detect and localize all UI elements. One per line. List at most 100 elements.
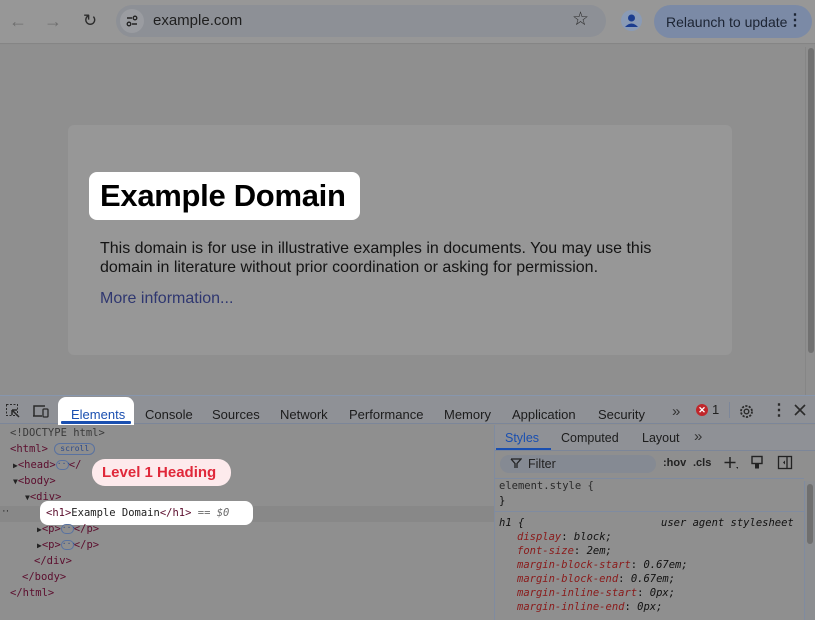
css-property: margin-inline-start: [517, 587, 638, 599]
more-vert-icon[interactable]: ⋮: [787, 10, 803, 30]
tab-elements[interactable]: Elements: [71, 407, 125, 422]
h1-open-tag: <h1>: [46, 507, 72, 519]
h1-text-node: Example Domain: [71, 507, 160, 519]
tune-icon: [126, 15, 138, 27]
scroll-badge[interactable]: scroll: [54, 443, 96, 455]
dom-p-node[interactable]: ▶<p>···</p>: [37, 538, 99, 553]
paint-brush-icon[interactable]: [750, 455, 764, 474]
close-icon[interactable]: [793, 403, 807, 420]
css-declaration[interactable]: margin-block-end: 0.67em;: [517, 572, 675, 586]
css-property: margin-block-start: [517, 559, 631, 571]
css-value: block;: [573, 531, 612, 543]
dom-div-node[interactable]: ▼<div>: [25, 490, 61, 505]
css-declaration[interactable]: font-size: 2em;: [517, 544, 612, 558]
site-info-button[interactable]: [120, 9, 144, 33]
html-tag: <html>: [10, 443, 48, 455]
css-value: 0px;: [649, 587, 676, 599]
dom-html-node[interactable]: <html> scroll: [10, 442, 96, 456]
tab-memory[interactable]: Memory: [444, 407, 491, 422]
p-close-tag: </p>: [73, 539, 100, 551]
selected-node-reference: == $0: [197, 507, 230, 519]
head-tag: <head>: [17, 459, 56, 471]
url-text[interactable]: example.com: [153, 12, 242, 29]
device-toolbar-icon[interactable]: [32, 403, 50, 422]
rule-selector[interactable]: h1 {: [499, 516, 524, 530]
more-vert-icon[interactable]: ⋮: [771, 403, 787, 419]
more-tabs-chevron-icon[interactable]: »: [694, 428, 702, 445]
bookmark-star-icon[interactable]: ☆: [572, 9, 589, 31]
p-close-tag: </p>: [73, 523, 100, 535]
forward-arrow-icon[interactable]: →: [43, 10, 63, 32]
h1-close-tag: </h1>: [159, 507, 192, 519]
collapsed-content-badge[interactable]: ···: [60, 540, 76, 550]
error-count[interactable]: 1: [712, 402, 719, 417]
css-declaration[interactable]: margin-block-start: 0.67em;: [517, 558, 688, 572]
css-property: margin-inline-end: [517, 601, 625, 613]
tab-styles[interactable]: Styles: [505, 431, 539, 445]
back-arrow-icon[interactable]: ←: [8, 10, 28, 32]
dom-html-close[interactable]: </html>: [10, 586, 54, 600]
active-tab-indicator: [496, 448, 551, 450]
tab-security[interactable]: Security: [598, 407, 645, 422]
css-declaration[interactable]: margin-inline-end: 0px;: [517, 600, 662, 614]
tab-console[interactable]: Console: [145, 407, 193, 422]
error-icon[interactable]: ✕: [696, 404, 708, 416]
class-toggle[interactable]: .cls: [693, 457, 711, 469]
p-tag: <p>: [41, 539, 61, 551]
profile-avatar[interactable]: [621, 10, 642, 31]
rule-source: user agent stylesheet: [661, 517, 794, 529]
accessibility-tooltip: Level 1 Heading: [92, 459, 231, 486]
dom-body-node[interactable]: ▼<body>: [13, 474, 56, 489]
new-style-rule-icon[interactable]: [723, 455, 739, 474]
tooltip-label: Level 1 Heading: [102, 464, 217, 481]
tab-layout[interactable]: Layout: [642, 431, 680, 445]
reload-icon[interactable]: ↻: [80, 10, 100, 32]
settings-gear-icon[interactable]: [738, 403, 755, 423]
relaunch-label: Relaunch to update: [666, 14, 788, 30]
css-value: 0.67em;: [630, 573, 676, 585]
tab-sources[interactable]: Sources: [212, 407, 260, 422]
person-icon: [625, 14, 638, 27]
css-declaration[interactable]: margin-inline-start: 0px;: [517, 586, 675, 600]
element-style-open[interactable]: element.style {: [499, 479, 594, 493]
element-style-close: }: [499, 495, 506, 507]
css-value: 2em;: [586, 545, 612, 557]
dom-head-node[interactable]: ▶<head>···</: [13, 458, 81, 473]
css-property: display: [517, 531, 562, 543]
dom-p-node[interactable]: ▶<p>···</p>: [37, 522, 99, 537]
tab-performance[interactable]: Performance: [349, 407, 423, 422]
styles-filter-input[interactable]: [500, 455, 656, 473]
dom-doctype[interactable]: <!DOCTYPE html>: [10, 426, 105, 440]
head-close-tag: </: [68, 459, 82, 471]
filter-funnel-icon: [510, 457, 523, 472]
styles-scrollbar-thumb[interactable]: [807, 484, 813, 544]
body-tag: <body>: [17, 475, 56, 487]
toolbar-divider: [729, 402, 730, 418]
page-paragraph: This domain is for use in illustrative e…: [100, 240, 652, 276]
collapsed-content-badge[interactable]: ···: [55, 460, 71, 470]
divider: [495, 511, 804, 512]
hover-state-toggle[interactable]: :hov: [663, 457, 686, 469]
div-tag: <div>: [29, 491, 62, 503]
tab-computed[interactable]: Computed: [561, 431, 619, 445]
filter-placeholder: Filter: [528, 457, 556, 471]
css-declaration[interactable]: display: block;: [517, 530, 612, 544]
p-tag: <p>: [41, 523, 61, 535]
css-value: 0px;: [637, 601, 663, 613]
more-tabs-chevron-icon[interactable]: »: [672, 403, 680, 420]
dom-h1-node[interactable]: <h1>Example Domain</h1> == $0: [46, 506, 229, 520]
dom-div-close[interactable]: </div>: [34, 554, 72, 568]
toggle-sidebar-icon[interactable]: [777, 455, 793, 474]
tab-application[interactable]: Application: [512, 407, 576, 422]
page-heading: Example Domain: [100, 178, 346, 213]
inspect-element-icon[interactable]: [5, 403, 21, 422]
tab-network[interactable]: Network: [280, 407, 328, 422]
relaunch-button[interactable]: Relaunch to update ⋮: [654, 5, 812, 38]
page-scrollbar-thumb[interactable]: [808, 48, 814, 353]
css-property: margin-block-end: [517, 573, 619, 585]
css-property: font-size: [517, 545, 574, 557]
more-information-link[interactable]: More information...: [100, 290, 233, 308]
row-actions-dots[interactable]: ··: [2, 505, 9, 517]
dom-body-close[interactable]: </body>: [22, 570, 66, 584]
collapsed-content-badge[interactable]: ···: [60, 524, 76, 534]
